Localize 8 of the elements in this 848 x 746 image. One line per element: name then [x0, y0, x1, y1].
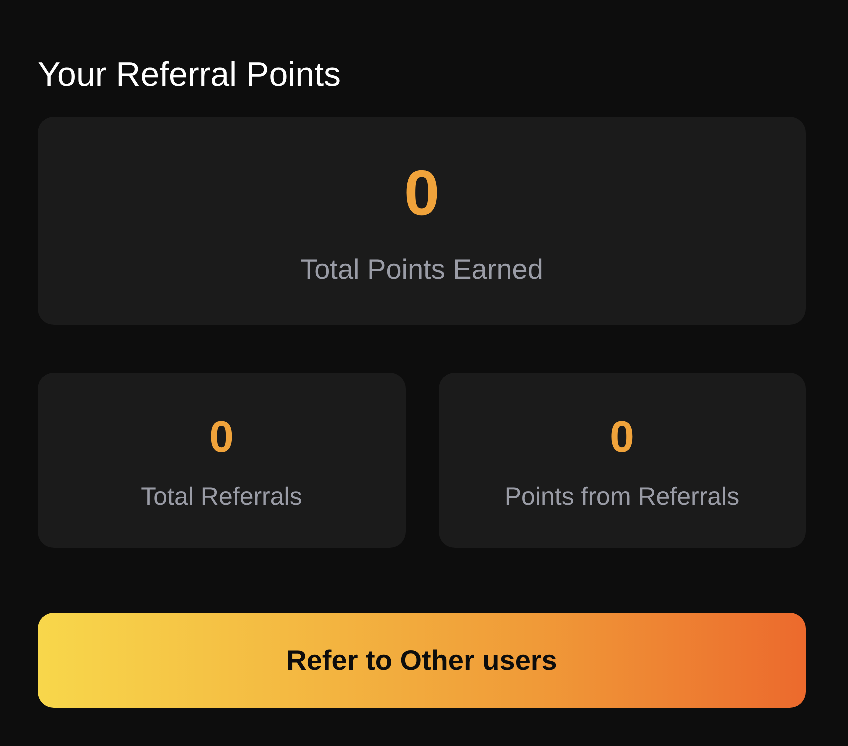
stat-label: Points from Referrals	[504, 482, 740, 512]
stat-value: 0	[610, 413, 634, 463]
page-title: Your Referral Points	[38, 55, 342, 95]
refer-button[interactable]: Refer to Other users	[38, 613, 806, 708]
stat-value: 0	[210, 413, 234, 463]
points-label: Total Points Earned	[300, 253, 544, 287]
points-value: 0	[404, 159, 440, 227]
stat-label: Total Referrals	[141, 482, 302, 512]
